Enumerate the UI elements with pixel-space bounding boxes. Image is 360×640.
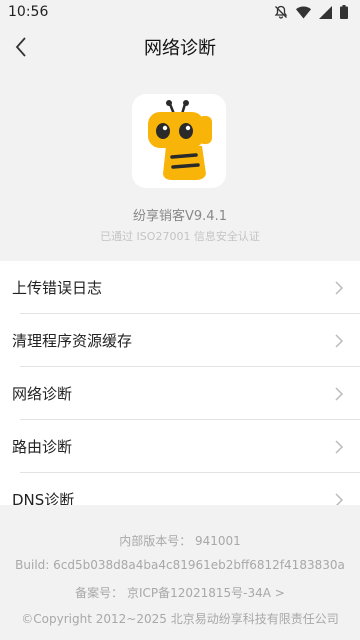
menu-item-label: 路由诊断 (12, 438, 73, 456)
signal-icon (319, 5, 332, 19)
chevron-right-icon (335, 280, 344, 295)
internal-version: 内部版本号： 941001 (119, 534, 241, 548)
chevron-right-icon (335, 386, 344, 401)
chevron-right-icon (335, 492, 344, 505)
certification-text: 已通过 ISO27001 信息安全认证 (100, 230, 260, 243)
chevron-right-icon (335, 439, 344, 454)
chevron-right-icon (335, 333, 344, 348)
status-icons (274, 5, 348, 19)
menu-item-label: 网络诊断 (12, 385, 73, 403)
menu-list: 上传错误日志 清理程序资源缓存 网络诊断 路由诊断 DNS诊断 (0, 261, 360, 505)
icp-link[interactable]: 备案号： 京ICP备12021815号-34A > (0, 584, 360, 601)
menu-item-label: 清理程序资源缓存 (12, 332, 133, 350)
menu-item-network-diagnosis[interactable]: 网络诊断 (0, 367, 360, 420)
menu-item-dns-diagnosis[interactable]: DNS诊断 (0, 473, 360, 505)
page-title: 网络诊断 (144, 38, 216, 59)
menu-item-label: 上传错误日志 (12, 279, 103, 297)
menu-item-clear-cache[interactable]: 清理程序资源缓存 (0, 314, 360, 367)
menu-item-label: DNS诊断 (12, 491, 75, 505)
nav-bar: 网络诊断 (0, 24, 360, 70)
battery-icon (340, 5, 348, 19)
app-name-version: 纷享销客V9.4.1 (133, 209, 227, 224)
bee-mascot-icon (148, 100, 212, 180)
copyright: ©Copyright 2012~2025 北京易动纷享科技有限责任公司 (21, 612, 339, 626)
menu-item-route-diagnosis[interactable]: 路由诊断 (0, 420, 360, 473)
wifi-icon (296, 6, 311, 18)
notification-off-icon (274, 5, 288, 19)
footer: 内部版本号： 941001 Build: 6cd5b038d8a4ba4c819… (0, 505, 360, 640)
menu-item-upload-error-log[interactable]: 上传错误日志 (0, 261, 360, 314)
status-bar: 10:56 (0, 0, 360, 24)
app-logo (132, 94, 226, 188)
status-time: 10:56 (8, 4, 49, 20)
build-hash: Build: 6cd5b038d8a4ba4c81961eb2bff6812f4… (15, 558, 345, 572)
